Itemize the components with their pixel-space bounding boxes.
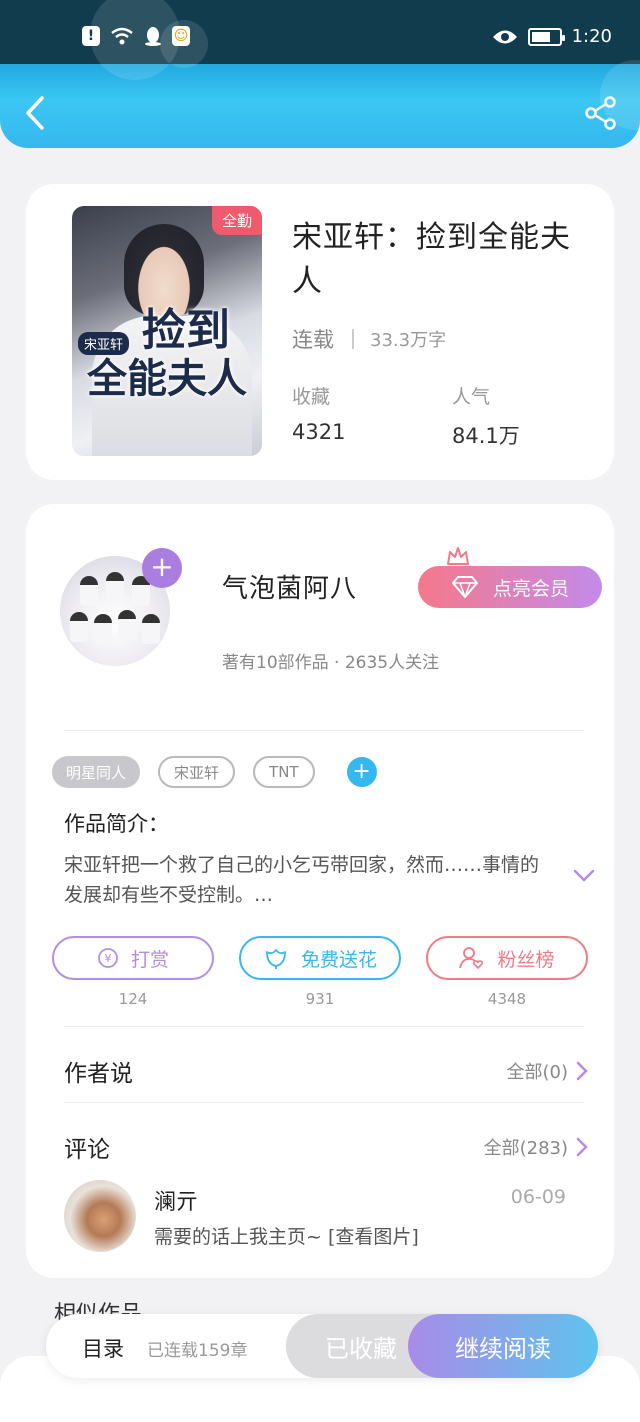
favorites-count: 4321 — [292, 420, 346, 444]
add-tag-button[interactable]: + — [346, 757, 377, 787]
share-icon[interactable] — [584, 96, 618, 130]
favorites-label: 收藏 — [292, 386, 331, 408]
author-says-more[interactable]: 全部(0) — [507, 1058, 589, 1084]
popularity-label: 人气 — [452, 386, 491, 408]
eye-icon — [492, 30, 517, 43]
cover-tag: 宋亚轩 — [78, 332, 130, 355]
tip-button[interactable]: ¥ 打赏 — [52, 936, 214, 980]
alert-icon: ! — [82, 26, 100, 46]
battery-icon — [527, 27, 565, 46]
wifi-icon — [111, 27, 133, 45]
bottom-action-bar: 目录 已连载159章 已收藏 继续阅读 — [46, 1314, 598, 1378]
comments-more[interactable]: 全部(283) — [484, 1134, 588, 1160]
book-info-card: 捡到 全能夫人 宋亚轩 全勤 宋亚轩：捡到全能夫人 连载 33.3万字 收藏 4… — [26, 184, 614, 480]
chapter-count: 已连载159章 — [147, 1341, 248, 1361]
tip-label: 打赏 — [130, 948, 169, 971]
comment-date: 06-09 — [510, 1186, 566, 1208]
tag-item[interactable]: TNT — [253, 756, 315, 788]
send-flower-label: 免费送花 — [300, 948, 377, 971]
chevron-down-icon[interactable] — [572, 868, 596, 884]
book-meta: 连载 33.3万字 — [292, 324, 446, 354]
fan-ranking-label: 粉丝榜 — [497, 948, 555, 971]
popularity-count: 84.1万 — [452, 424, 520, 448]
tag-item[interactable]: 明星同人 — [52, 756, 141, 788]
divider — [64, 730, 584, 731]
diamond-icon — [451, 576, 478, 598]
tag-item[interactable]: 宋亚轩 — [158, 756, 236, 788]
comment-text[interactable]: 需要的话上我主页~ [查看图片] — [154, 1222, 419, 1249]
word-count: 33.3万字 — [370, 330, 447, 351]
header: ! ☺ 1:20 — [0, 0, 640, 148]
crown-icon — [447, 547, 469, 565]
intro-heading: 作品简介： — [64, 812, 169, 836]
vip-label: 点亮会员 — [492, 577, 569, 600]
tip-count: 124 — [118, 990, 148, 1008]
commenter-avatar[interactable] — [64, 1180, 136, 1252]
book-title: 宋亚轩：捡到全能夫人 — [292, 220, 571, 299]
status-icons-right: 1:20 — [492, 26, 612, 47]
send-flower-button[interactable]: 免费送花 — [239, 936, 401, 980]
svg-text:¥: ¥ — [104, 952, 111, 965]
serial-status: 连载 — [292, 328, 334, 352]
follow-button[interactable]: + — [142, 548, 182, 588]
chevron-right-icon — [576, 1061, 588, 1081]
flower-count: 931 — [305, 990, 335, 1008]
chevron-right-icon — [576, 1137, 588, 1157]
commenter-name[interactable]: 澜亓 — [154, 1184, 198, 1216]
fan-ranking-button[interactable]: 粉丝榜 — [426, 936, 588, 980]
coin-icon: ¥ — [98, 948, 118, 968]
book-cover[interactable]: 捡到 全能夫人 宋亚轩 全勤 — [72, 206, 262, 456]
author-stats: 著有10部作品 · 2635人关注 — [222, 653, 440, 673]
flower-icon — [266, 949, 286, 969]
comments-title: 评论 — [64, 1137, 110, 1163]
continue-reading-button[interactable]: 继续阅读 — [408, 1314, 598, 1378]
author-says-title: 作者说 — [64, 1061, 133, 1087]
status-icons-left: ! ☺ — [82, 26, 190, 46]
full-attendance-badge: 全勤 — [211, 206, 262, 235]
intro-text[interactable]: 宋亚轩把一个救了自己的小乞丐带回家，然而……事情的发展却有些不受控制。… — [64, 850, 554, 910]
app-notification-icon: ☺ — [172, 26, 190, 46]
qq-icon — [145, 27, 161, 46]
status-time: 1:20 — [571, 26, 612, 47]
user-heart-icon — [459, 947, 484, 970]
toc-button[interactable]: 目录 — [82, 1333, 124, 1363]
back-icon[interactable] — [20, 94, 50, 132]
tag-list: 明星同人 宋亚轩 TNT + — [52, 756, 377, 788]
divider — [64, 1026, 584, 1027]
vip-button[interactable]: 点亮会员 — [418, 566, 602, 608]
fan-count: 4348 — [487, 990, 527, 1008]
author-name[interactable]: 气泡菌阿八 — [222, 568, 357, 605]
divider — [64, 1102, 584, 1103]
author-detail-card: + 气泡菌阿八 点亮会员 著有10部作品 · 2635人关注 明星同人 宋亚轩 … — [26, 504, 614, 1278]
